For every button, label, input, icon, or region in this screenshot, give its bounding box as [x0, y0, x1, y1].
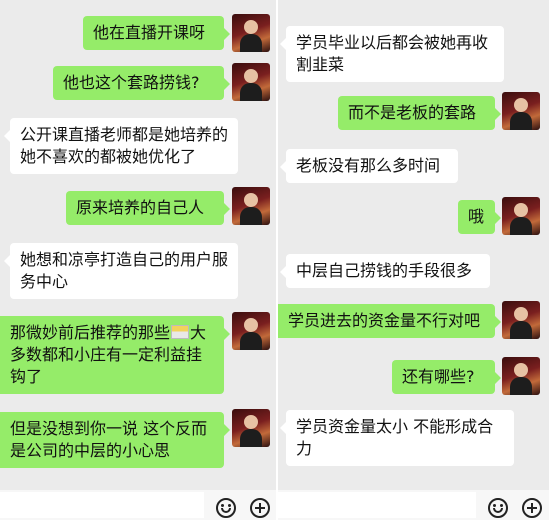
self-avatar[interactable]: [232, 409, 270, 447]
smile-icon[interactable]: [488, 498, 508, 518]
message-bubble[interactable]: 他也这个套路捞钱?: [53, 66, 230, 100]
message-bubble[interactable]: 她想和凉亭打造自己的用户服务中心: [4, 243, 238, 299]
message-bubble[interactable]: 还有哪些?: [392, 360, 501, 394]
self-avatar[interactable]: [232, 312, 270, 350]
message-text-part: 那微妙前后推荐的那些: [10, 323, 171, 342]
plus-icon[interactable]: [522, 498, 542, 518]
message-bubble[interactable]: 学员毕业以后都会被她再收割韭菜: [280, 26, 504, 82]
chat-panel-left: 他在直播开课呀 他也这个套路捞钱? 公开课直播老师都是她培养的 她不喜欢的都被她…: [0, 0, 276, 520]
self-avatar[interactable]: [502, 92, 540, 130]
input-bar-left: [0, 490, 276, 520]
message-bubble[interactable]: 老板没有那么多时间: [280, 149, 458, 183]
message-bubble[interactable]: 中层自己捞钱的手段很多: [280, 254, 490, 288]
self-avatar[interactable]: [232, 14, 270, 52]
input-bar-right: [278, 490, 549, 520]
self-avatar[interactable]: [502, 357, 540, 395]
smile-icon[interactable]: [216, 498, 236, 518]
message-bubble[interactable]: 他在直播开课呀: [83, 16, 230, 50]
message-input[interactable]: [0, 492, 204, 518]
self-avatar[interactable]: [232, 63, 270, 101]
message-bubble[interactable]: 哦: [458, 200, 501, 234]
message-bubble[interactable]: 那微妙前后推荐的那些 大多数都和小庄有一定利益挂钩了: [0, 316, 230, 394]
message-bubble[interactable]: 但是没想到你一说 这个反而是公司的中层的小心思: [0, 412, 230, 468]
message-bubble[interactable]: 而不是老板的套路: [338, 96, 501, 130]
self-avatar[interactable]: [502, 301, 540, 339]
message-bubble[interactable]: 学员进去的资金量不行对吧: [278, 304, 501, 338]
message-bubble[interactable]: 公开课直播老师都是她培养的 她不喜欢的都被她优化了: [4, 118, 238, 174]
chat-panel-right: 学员毕业以后都会被她再收割韭菜 而不是老板的套路 老板没有那么多时间 哦 中层自…: [278, 0, 549, 520]
message-bubble[interactable]: 原来培养的自己人: [66, 191, 230, 225]
plus-icon[interactable]: [250, 498, 270, 518]
self-avatar[interactable]: [232, 187, 270, 225]
emoji-sticker-icon: [171, 325, 190, 339]
message-bubble[interactable]: 学员资金量太小 不能形成合力: [280, 410, 514, 466]
self-avatar[interactable]: [502, 197, 540, 235]
message-input[interactable]: [278, 492, 476, 518]
